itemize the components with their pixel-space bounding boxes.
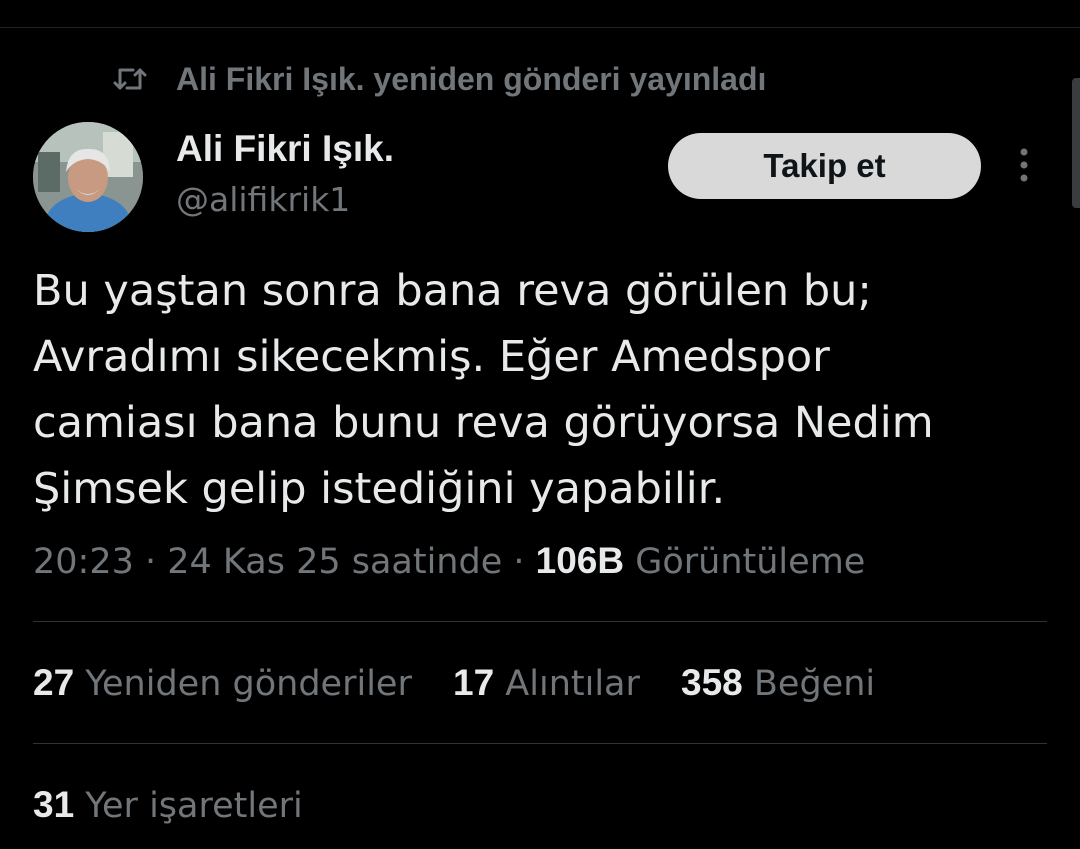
repost-icon [112,61,148,97]
author-handle[interactable]: @alifikrik1 [176,180,350,219]
top-divider [0,27,1080,28]
divider [33,621,1047,622]
likes-count: 358 [681,662,743,703]
likes-stat[interactable]: 358 Beğeni [681,662,875,704]
repost-text: Ali Fikri Işık. yeniden gönderi yayınlad… [176,60,767,97]
more-vertical-icon [1019,147,1029,187]
bookmarks-count: 31 [33,784,75,825]
author-name[interactable]: Ali Fikri Işık. [176,128,394,170]
meta-separator: · [502,542,536,582]
tweet-time[interactable]: 20:23 [33,542,134,582]
views-label: Görüntüleme [635,542,866,582]
tweet-meta: 20:23 · 24 Kas 25 saatinde · 106B Görünt… [33,540,865,582]
tweet-text-line: Avradımı sikecekmiş. Eğer Amedspor [33,332,830,382]
likes-label: Beğeni [753,664,876,704]
tweet-text-line: camiası bana bunu reva görüyorsa Nedim [33,398,934,448]
quotes-stat[interactable]: 17 Alıntılar [453,662,640,704]
quotes-count: 17 [453,662,495,703]
meta-separator: · [133,542,168,582]
reposts-count: 27 [33,662,75,703]
engagement-stats: 27 Yeniden gönderiler 17 Alıntılar 358 B… [33,662,905,704]
bookmarks-stat[interactable]: 31 Yer işaretleri [33,784,303,826]
tweet-text: Bu yaştan sonra bana reva görülen bu; Av… [33,258,1043,522]
tweet-text-line: Bu yaştan sonra bana reva görülen bu; [33,266,872,316]
follow-button[interactable]: Takip et [668,133,981,199]
tweet-detail-page: Ali Fikri Işık. yeniden gönderi yayınlad… [0,0,1080,849]
scrollbar[interactable] [1072,78,1080,208]
reposts-stat[interactable]: 27 Yeniden gönderiler [33,662,412,704]
tweet-text-line: Şimsek gelip istediğini yapabilir. [33,464,726,514]
avatar[interactable] [33,122,143,232]
reposts-label: Yeniden gönderiler [85,664,412,704]
more-options-button[interactable] [1004,142,1044,192]
quotes-label: Alıntılar [505,664,640,704]
divider [33,743,1047,744]
repost-header[interactable]: Ali Fikri Işık. yeniden gönderi yayınlad… [112,56,766,102]
tweet-date[interactable]: 24 Kas 25 saatinde [167,542,502,582]
bookmarks-label: Yer işaretleri [85,786,303,826]
views-count: 106B [535,540,625,581]
